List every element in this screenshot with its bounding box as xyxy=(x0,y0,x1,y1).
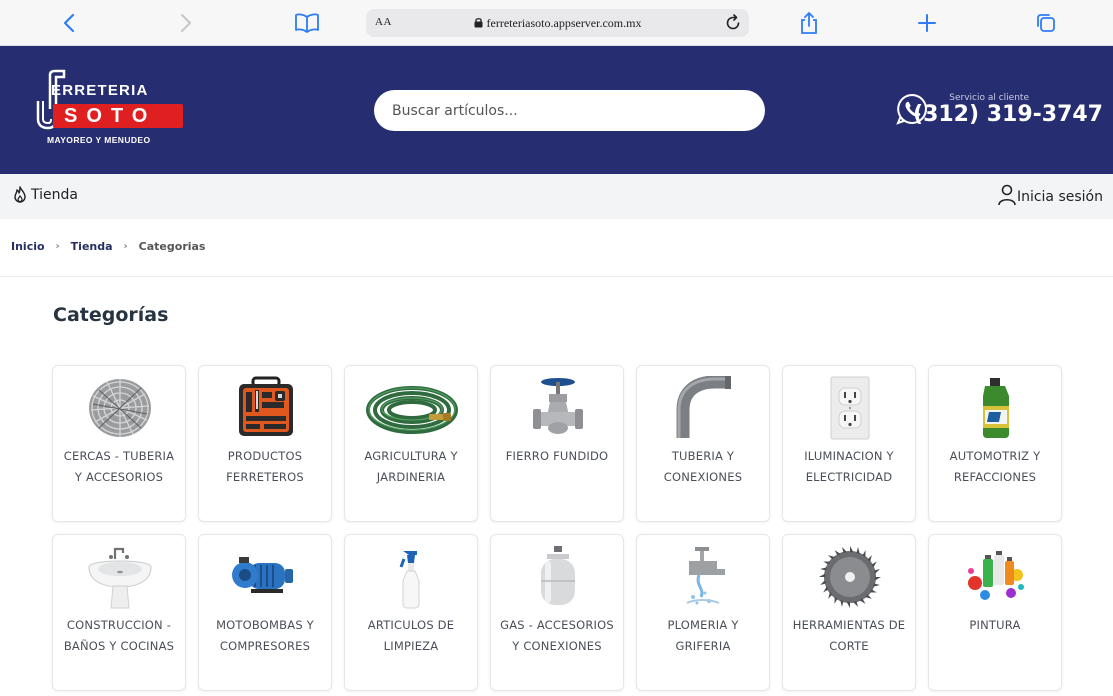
breadcrumb-separator: › xyxy=(55,241,60,252)
logo-tagline: MAYOREO Y MENUDEO xyxy=(47,135,151,145)
back-icon[interactable] xyxy=(54,8,84,38)
breadcrumb-store[interactable]: Tienda xyxy=(71,240,113,253)
page-title: Categorías xyxy=(53,304,169,326)
store-link[interactable]: Tienda xyxy=(12,186,78,204)
bookmarks-icon[interactable] xyxy=(292,8,322,38)
water-pump-icon xyxy=(231,545,301,609)
category-label: HERRAMIENTAS DE CORTE xyxy=(792,618,906,653)
category-label: AGRICULTURA Y JARDINERIA xyxy=(364,449,458,484)
garden-hose-icon xyxy=(363,376,461,440)
user-icon xyxy=(998,184,1016,206)
store-logo[interactable]: ERRETERIA SOTO MAYOREO Y MENUDEO xyxy=(34,69,194,149)
logo-text-main: SOTO xyxy=(64,105,157,127)
category-label: MOTOBOMBAS Y COMPRESORES xyxy=(216,618,314,653)
pipe-elbow-icon xyxy=(669,376,739,440)
divider xyxy=(0,276,1113,277)
tabs-icon[interactable] xyxy=(1031,8,1061,38)
support-phone[interactable]: (312) 319-3747 xyxy=(913,102,1103,127)
url-display[interactable]: ferreteriasoto.appserver.com.mx xyxy=(366,16,749,32)
category-card[interactable]: HERRAMIENTAS DE CORTE xyxy=(782,534,916,691)
wall-outlet-icon xyxy=(815,376,885,440)
category-label: CONSTRUCCION - BAÑOS Y COCINAS xyxy=(63,618,175,653)
barbed-wire-icon xyxy=(85,376,155,440)
breadcrumb-separator: › xyxy=(123,241,128,252)
logo-text-top: ERRETERIA xyxy=(51,82,149,99)
gas-tank-icon xyxy=(523,545,593,609)
category-grid: CERCAS - TUBERIA Y ACCESORIOS PRODUCTOS … xyxy=(52,365,1064,691)
category-card[interactable]: TUBERIA Y CONEXIONES xyxy=(636,365,770,522)
login-label: Inicia sesión xyxy=(1016,189,1103,205)
gate-valve-icon xyxy=(523,376,593,440)
category-card[interactable]: AUTOMOTRIZ Y REFACCIONES xyxy=(928,365,1062,522)
sub-navigation: Tienda Inicia sesión xyxy=(0,174,1113,219)
category-label: PRODUCTOS FERRETEROS xyxy=(226,449,304,484)
store-link-label: Tienda xyxy=(31,187,78,203)
sink-icon xyxy=(85,545,155,609)
url-text: ferreteriasoto.appserver.com.mx xyxy=(486,16,642,30)
customer-support[interactable]: Servicio al cliente (312) 319-3747 xyxy=(883,90,1103,134)
site-header: ERRETERIA SOTO MAYOREO Y MENUDEO Servici… xyxy=(0,46,1113,174)
category-card[interactable]: ARTICULOS DE LIMPIEZA xyxy=(344,534,478,691)
new-tab-icon[interactable] xyxy=(912,8,942,38)
category-label: PLOMERIA Y GRIFERIA xyxy=(667,618,739,653)
category-card[interactable]: CONSTRUCCION - BAÑOS Y COCINAS xyxy=(52,534,186,691)
category-card[interactable]: PINTURA xyxy=(928,534,1062,691)
spray-bottle-icon xyxy=(377,545,447,609)
browser-toolbar: AA ferreteriasoto.appserver.com.mx xyxy=(0,0,1113,46)
spray-paint-icon xyxy=(961,545,1031,609)
share-icon[interactable] xyxy=(794,8,824,38)
category-label: ILUMINACION Y ELECTRICIDAD xyxy=(804,449,894,484)
breadcrumb-home[interactable]: Inicio xyxy=(11,240,45,253)
category-label: TUBERIA Y CONEXIONES xyxy=(663,449,743,484)
saw-blade-icon xyxy=(815,545,885,609)
category-label: GAS - ACCESORIOS Y CONEXIONES xyxy=(500,618,614,653)
reload-icon[interactable] xyxy=(723,13,743,33)
category-card[interactable]: ILUMINACION Y ELECTRICIDAD xyxy=(782,365,916,522)
category-card[interactable]: CERCAS - TUBERIA Y ACCESORIOS xyxy=(52,365,186,522)
search-input[interactable] xyxy=(374,90,765,131)
address-bar[interactable]: AA ferreteriasoto.appserver.com.mx xyxy=(366,9,749,37)
category-card[interactable]: PLOMERIA Y GRIFERIA xyxy=(636,534,770,691)
category-label: FIERRO FUNDIDO xyxy=(505,449,609,463)
category-label: ARTICULOS DE LIMPIEZA xyxy=(367,618,455,653)
category-card[interactable]: AGRICULTURA Y JARDINERIA xyxy=(344,365,478,522)
breadcrumb: Inicio › Tienda › Categorias xyxy=(11,240,205,253)
breadcrumb-current: Categorias xyxy=(138,240,206,253)
category-label: CERCAS - TUBERIA Y ACCESORIOS xyxy=(63,449,175,484)
category-label: AUTOMOTRIZ Y REFACCIONES xyxy=(949,449,1041,484)
flame-icon xyxy=(14,186,26,203)
faucet-icon xyxy=(669,545,739,609)
category-card[interactable]: MOTOBOMBAS Y COMPRESORES xyxy=(198,534,332,691)
login-link[interactable]: Inicia sesión xyxy=(997,184,1103,206)
toolbox-icon xyxy=(231,376,301,440)
category-card[interactable]: FIERRO FUNDIDO xyxy=(490,365,624,522)
lock-icon xyxy=(474,17,483,32)
category-label: PINTURA xyxy=(969,618,1021,632)
forward-icon[interactable] xyxy=(171,8,201,38)
category-card[interactable]: GAS - ACCESORIOS Y CONEXIONES xyxy=(490,534,624,691)
category-card[interactable]: PRODUCTOS FERRETEROS xyxy=(198,365,332,522)
oil-bottle-icon xyxy=(961,376,1031,440)
